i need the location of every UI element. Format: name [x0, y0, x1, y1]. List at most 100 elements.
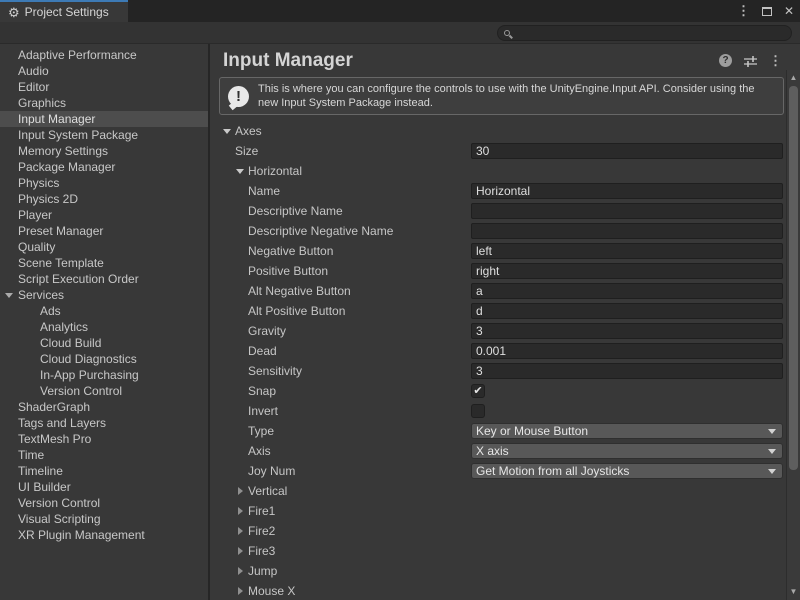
sidebar-item-input-manager[interactable]: Input Manager	[0, 111, 208, 127]
sidebar-item-editor[interactable]: Editor	[0, 79, 208, 95]
foldout-expanded-icon[interactable]	[222, 121, 235, 141]
field-negative-button[interactable]: left	[471, 243, 783, 259]
sidebar-item-quality[interactable]: Quality	[0, 239, 208, 255]
setting-control	[471, 403, 783, 419]
setting-label: Sensitivity	[248, 361, 302, 381]
foldout-collapsed-icon[interactable]	[235, 501, 248, 521]
sidebar-item-visual-scripting[interactable]: Visual Scripting	[0, 511, 208, 527]
foldout-collapsed-icon[interactable]	[235, 481, 248, 501]
setting-label: Fire2	[248, 521, 275, 541]
dropdown-type[interactable]: Key or Mouse Button	[471, 423, 783, 439]
setting-control: Get Motion from all Joysticks	[471, 463, 783, 479]
setting-row-gravity: Gravity3	[210, 321, 800, 341]
tab-project-settings[interactable]: ⚙ Project Settings	[0, 0, 128, 22]
setting-row-axis: Axis X axis	[210, 441, 800, 461]
foldout-collapsed-icon[interactable]	[235, 561, 248, 581]
setting-label: Dead	[248, 341, 277, 361]
field-dead[interactable]: 0.001	[471, 343, 783, 359]
setting-row-type: TypeKey or Mouse Button	[210, 421, 800, 441]
sidebar-item-preset-manager[interactable]: Preset Manager	[0, 223, 208, 239]
sidebar-item-time[interactable]: Time	[0, 447, 208, 463]
foldout-collapsed-icon[interactable]	[235, 581, 248, 600]
setting-label: Vertical	[248, 481, 287, 501]
setting-row-descriptive-negative-name: Descriptive Negative Name	[210, 221, 800, 241]
field-descriptive-name[interactable]	[471, 203, 783, 219]
sidebar-item-textmesh-pro[interactable]: TextMesh Pro	[0, 431, 208, 447]
close-icon[interactable]: ✕	[784, 4, 794, 18]
setting-label: Axis	[248, 441, 271, 461]
help-icon[interactable]: ?	[719, 54, 732, 67]
search-box[interactable]	[497, 25, 792, 41]
setting-row-fire3: Fire3	[210, 541, 800, 561]
scrollbar-thumb[interactable]	[789, 86, 798, 470]
sidebar-item-adaptive-performance[interactable]: Adaptive Performance	[0, 47, 208, 63]
sidebar-item-physics[interactable]: Physics	[0, 175, 208, 191]
sidebar-item-audio[interactable]: Audio	[0, 63, 208, 79]
field-positive-button[interactable]: right	[471, 263, 783, 279]
scroll-up-icon[interactable]: ▲	[787, 72, 800, 84]
setting-row-axes: Axes	[210, 121, 800, 141]
setting-row-joy-num: Joy NumGet Motion from all Joysticks	[210, 461, 800, 481]
checkbox-invert[interactable]	[471, 404, 485, 418]
sidebar-item-label: Timeline	[0, 463, 63, 479]
field-name[interactable]: Horizontal	[471, 183, 783, 199]
foldout-collapsed-icon[interactable]	[235, 521, 248, 541]
sidebar-item-label: Scene Template	[0, 255, 104, 271]
sidebar-item-memory-settings[interactable]: Memory Settings	[0, 143, 208, 159]
sidebar-item-player[interactable]: Player	[0, 207, 208, 223]
sidebar-item-version-control[interactable]: Version Control	[0, 383, 208, 399]
sidebar-item-cloud-build[interactable]: Cloud Build	[0, 335, 208, 351]
setting-row-size: Size 30	[210, 141, 800, 161]
foldout-expanded-icon[interactable]	[5, 293, 13, 298]
setting-row-mouse-x: Mouse X	[210, 581, 800, 600]
sidebar-item-ui-builder[interactable]: UI Builder	[0, 479, 208, 495]
search-input[interactable]	[515, 27, 775, 39]
sidebar-item-script-execution-order[interactable]: Script Execution Order	[0, 271, 208, 287]
setting-label: Positive Button	[248, 261, 328, 281]
dropdown-joy-num[interactable]: Get Motion from all Joysticks	[471, 463, 783, 479]
foldout-collapsed-icon[interactable]	[235, 541, 248, 561]
info-banner: ! This is where you can configure the co…	[219, 77, 784, 115]
sidebar-item-xr-plugin-management[interactable]: XR Plugin Management	[0, 527, 208, 543]
checkbox-snap[interactable]: ✔	[471, 384, 485, 398]
sidebar-item-physics-2d[interactable]: Physics 2D	[0, 191, 208, 207]
field-alt-negative-button[interactable]: a	[471, 283, 783, 299]
window-menu-icon[interactable]: ⋮	[737, 3, 750, 19]
sidebar-item-package-manager[interactable]: Package Manager	[0, 159, 208, 175]
field-size[interactable]: 30	[471, 143, 783, 159]
sidebar-item-scene-template[interactable]: Scene Template	[0, 255, 208, 271]
sidebar-item-version-control[interactable]: Version Control	[0, 495, 208, 511]
sidebar-item-label: Time	[0, 447, 44, 463]
settings-toolbar	[0, 22, 800, 44]
sidebar-item-label: Input Manager	[0, 111, 95, 127]
foldout-expanded-icon[interactable]	[235, 161, 248, 181]
field-alt-positive-button[interactable]: d	[471, 303, 783, 319]
presets-icon[interactable]	[743, 55, 758, 67]
sidebar-item-tags-and-layers[interactable]: Tags and Layers	[0, 415, 208, 431]
setting-label: Size	[235, 141, 258, 161]
field-gravity[interactable]: 3	[471, 323, 783, 339]
settings-category-list: Adaptive PerformanceAudioEditorGraphicsI…	[0, 44, 210, 600]
setting-label: Alt Negative Button	[248, 281, 351, 301]
sidebar-item-label: Adaptive Performance	[0, 47, 137, 63]
sidebar-item-graphics[interactable]: Graphics	[0, 95, 208, 111]
sidebar-item-analytics[interactable]: Analytics	[0, 319, 208, 335]
sidebar-item-input-system-package[interactable]: Input System Package	[0, 127, 208, 143]
chevron-down-icon	[768, 469, 776, 474]
sidebar-item-label: Input System Package	[0, 127, 138, 143]
setting-label: Mouse X	[248, 581, 295, 600]
sidebar-item-shadergraph[interactable]: ShaderGraph	[0, 399, 208, 415]
sidebar-item-in-app-purchasing[interactable]: In-App Purchasing	[0, 367, 208, 383]
panel-menu-icon[interactable]: ⋮	[769, 53, 782, 69]
sidebar-item-services[interactable]: Services	[0, 287, 208, 303]
sidebar-item-ads[interactable]: Ads	[0, 303, 208, 319]
field-descriptive-negative-name[interactable]	[471, 223, 783, 239]
maximize-icon[interactable]	[762, 7, 772, 16]
setting-label: Invert	[248, 401, 278, 421]
sidebar-item-cloud-diagnostics[interactable]: Cloud Diagnostics	[0, 351, 208, 367]
dropdown-axis[interactable]: X axis	[471, 443, 783, 459]
sidebar-item-timeline[interactable]: Timeline	[0, 463, 208, 479]
vertical-scrollbar[interactable]: ▲ ▼	[786, 70, 800, 600]
field-sensitivity[interactable]: 3	[471, 363, 783, 379]
scroll-down-icon[interactable]: ▼	[787, 586, 800, 598]
